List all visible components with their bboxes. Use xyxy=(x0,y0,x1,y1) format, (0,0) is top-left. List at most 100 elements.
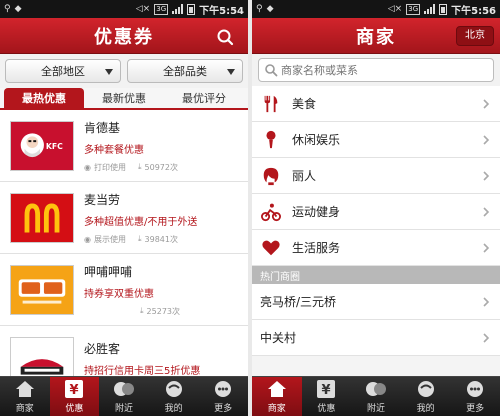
network-type: 3G xyxy=(154,3,169,15)
home-icon xyxy=(267,381,286,397)
chevron-right-icon xyxy=(483,170,490,181)
search-input[interactable] xyxy=(258,58,494,82)
category-life-services[interactable]: 生活服务 xyxy=(252,230,500,266)
promo-text: 多种超值优惠/不用于外送 xyxy=(84,216,198,228)
coupon-list: KFC 肯德基 多种套餐优惠 ◉ 打印使用 ⤓ 50972次 麦当劳 多种超值优… xyxy=(0,110,248,398)
tab-merchants[interactable]: 商家 xyxy=(252,377,302,416)
status-bar: ⚲ ◆ ◁× 3G 下午5:54 xyxy=(0,0,248,18)
microphone-icon xyxy=(260,129,282,151)
chevron-right-icon xyxy=(483,206,490,217)
profile-icon xyxy=(165,381,182,397)
svg-text:¥: ¥ xyxy=(322,383,331,398)
list-item[interactable]: 麦当劳 多种超值优惠/不用于外送 ◉ 展示使用 ⤓ 39841次 xyxy=(0,182,248,254)
tab-mine[interactable]: 我的 xyxy=(149,377,199,416)
area-list: 亮马桥/三元桥 中关村 xyxy=(252,284,500,356)
usage-method: ◉ 打印使用 xyxy=(84,162,126,172)
download-icon: ⤓ xyxy=(140,306,144,315)
nearby-icon xyxy=(113,382,134,396)
tab-top-rated[interactable]: 最优评分 xyxy=(164,88,244,108)
search-bar xyxy=(252,54,500,86)
area-item[interactable]: 中关村 xyxy=(252,320,500,356)
tab-nearby[interactable]: 附近 xyxy=(99,377,149,416)
usage-method: ◉ 展示使用 xyxy=(84,234,126,244)
chevron-right-icon xyxy=(483,242,490,253)
chevron-right-icon xyxy=(483,332,490,343)
category-select[interactable]: 全部品类 xyxy=(127,59,243,83)
tab-nearby[interactable]: 附近 xyxy=(351,377,401,416)
signal-icon xyxy=(424,4,436,14)
clock: 下午5:54 xyxy=(199,5,244,17)
section-header: 热门商圈 xyxy=(252,266,500,284)
area-label: 中关村 xyxy=(260,331,297,345)
tab-hottest[interactable]: 最热优惠 xyxy=(4,88,84,108)
category-beauty[interactable]: 丽人 xyxy=(252,158,500,194)
merchant-name: 麦当劳 xyxy=(84,192,121,207)
tab-merchants[interactable]: 商家 xyxy=(0,377,50,416)
title-bar: 商家 北京 xyxy=(252,18,500,54)
page-title: 优惠券 xyxy=(94,26,154,48)
tab-nearby-label: 附近 xyxy=(114,404,133,414)
merchant-name: 必胜客 xyxy=(84,342,121,356)
xiabu-logo xyxy=(10,264,74,315)
category-entertainment[interactable]: 休闲娱乐 xyxy=(252,122,500,158)
category-label: 生活服务 xyxy=(292,241,341,255)
area-item[interactable]: 亮马桥/三元桥 xyxy=(252,284,500,320)
caret-down-icon xyxy=(227,69,235,75)
heart-icon xyxy=(260,237,282,259)
download-count: ⤓ 25273次 xyxy=(140,306,180,316)
tab-more-label: 更多 xyxy=(466,404,485,414)
tab-mine-label: 我的 xyxy=(416,404,435,414)
bottom-tab-bar: 商家 ¥ 优惠 附近 我的 更多 xyxy=(0,376,248,416)
battery-icon xyxy=(187,3,196,15)
category-label: 休闲娱乐 xyxy=(292,133,341,147)
kfc-logo: KFC xyxy=(10,120,74,171)
region-select[interactable]: 全部地区 xyxy=(5,59,121,83)
promo-text: 持招行信用卡周三5折优惠 xyxy=(84,366,201,377)
android-icon: ◆ xyxy=(266,4,274,14)
tab-nearby-label: 附近 xyxy=(366,404,385,414)
search-icon xyxy=(265,64,278,77)
svg-text:¥: ¥ xyxy=(70,383,79,398)
tab-mine-label: 我的 xyxy=(164,404,183,414)
area-label: 亮马桥/三元桥 xyxy=(260,295,337,309)
more-icon xyxy=(215,381,232,397)
tab-coupons[interactable]: ¥ 优惠 xyxy=(302,377,352,416)
woman-face-icon xyxy=(260,165,282,187)
merchant-name: 呷哺呷哺 xyxy=(84,264,133,279)
list-item[interactable]: 呷哺呷哺 持券享双重优惠 ⤓ 25273次 xyxy=(0,254,248,326)
list-item[interactable]: KFC 肯德基 多种套餐优惠 ◉ 打印使用 ⤓ 50972次 xyxy=(0,110,248,182)
tab-more[interactable]: 更多 xyxy=(450,377,500,416)
search-icon[interactable] xyxy=(216,28,234,46)
promo-text: 多种套餐优惠 xyxy=(84,144,144,156)
caret-down-icon xyxy=(105,69,113,75)
download-count: ⤓ 50972次 xyxy=(137,162,178,172)
chevron-right-icon xyxy=(483,296,490,307)
chevron-right-icon xyxy=(483,134,490,145)
category-list: 美食 休闲娱乐 丽人 运动健身 生活服务 xyxy=(252,86,500,266)
tab-merchants-label: 商家 xyxy=(15,404,34,414)
region-select-label: 全部地区 xyxy=(41,65,85,78)
bottom-tab-bar: 商家 ¥ 优惠 附近 我的 更多 xyxy=(252,376,500,416)
tab-more[interactable]: 更多 xyxy=(198,377,248,416)
status-bar: ⚲ ◆ ◁× 3G 下午5:56 xyxy=(252,0,500,18)
tab-merchants-label: 商家 xyxy=(267,404,286,414)
tab-coupons[interactable]: ¥ 优惠 xyxy=(49,377,100,416)
nearby-icon xyxy=(365,382,386,396)
tab-newest[interactable]: 最新优惠 xyxy=(84,88,164,108)
usb-icon: ⚲ xyxy=(256,4,263,14)
battery-icon xyxy=(439,3,448,15)
chevron-right-icon xyxy=(483,98,490,109)
kfc-logo-text: KFC xyxy=(46,141,63,150)
promo-text: 持券享双重优惠 xyxy=(84,288,154,300)
tab-mine[interactable]: 我的 xyxy=(401,377,451,416)
merchant-name: 肯德基 xyxy=(84,120,121,135)
category-fitness[interactable]: 运动健身 xyxy=(252,194,500,230)
city-button[interactable]: 北京 xyxy=(456,26,494,46)
mcdonalds-logo xyxy=(10,192,74,243)
category-food[interactable]: 美食 xyxy=(252,86,500,122)
signal-icon xyxy=(172,4,184,14)
category-label: 运动健身 xyxy=(292,205,341,219)
mute-icon: ◁× xyxy=(387,4,403,14)
download-count: ⤓ 39841次 xyxy=(137,234,178,244)
merchants-screen: ⚲ ◆ ◁× 3G 下午5:56 商家 北京 美食 休闲娱乐 xyxy=(252,0,500,416)
